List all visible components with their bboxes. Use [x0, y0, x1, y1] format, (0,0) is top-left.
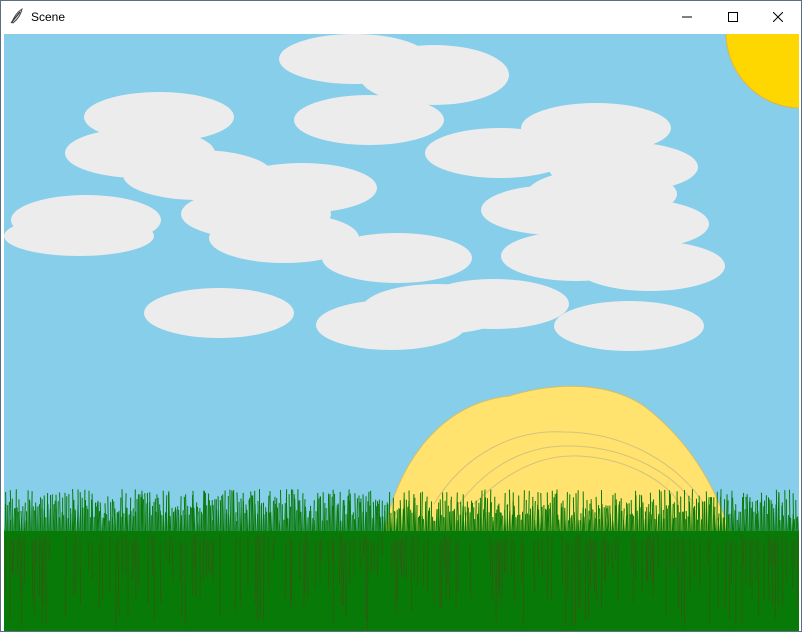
app-window: Scene	[0, 0, 802, 632]
scene-canvas	[4, 34, 799, 631]
minimize-icon	[682, 12, 692, 22]
close-button[interactable]	[755, 1, 801, 32]
scene-drawing	[4, 34, 799, 631]
feather-icon	[9, 8, 25, 24]
ground	[4, 531, 799, 631]
ground-fill	[4, 531, 799, 631]
window-titlebar[interactable]: Scene	[1, 1, 801, 32]
maximize-button[interactable]	[710, 1, 756, 32]
minimize-button[interactable]	[664, 1, 710, 32]
maximize-icon	[728, 11, 738, 22]
window-title: Scene	[31, 10, 66, 24]
close-icon	[773, 11, 783, 22]
